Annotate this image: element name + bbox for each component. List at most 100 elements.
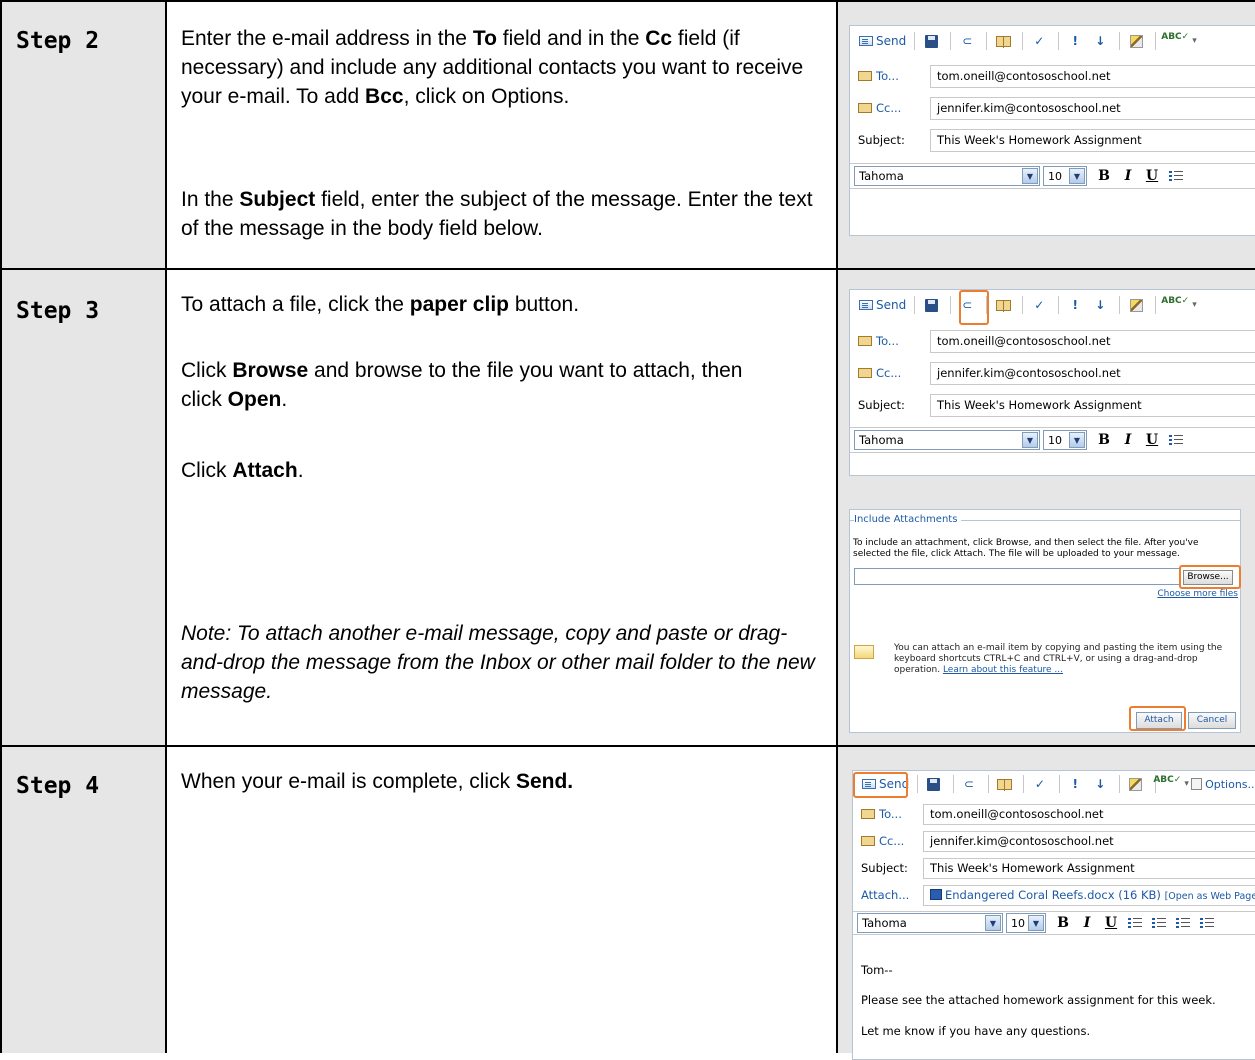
high-importance-button[interactable]: ! xyxy=(1064,773,1086,795)
subject-input[interactable]: This Week's Homework Assignment xyxy=(930,129,1255,152)
send-button[interactable]: Send xyxy=(856,30,909,52)
bold-browse: Browse xyxy=(232,359,308,382)
to-input[interactable]: tom.oneill@contososchool.net xyxy=(923,804,1255,825)
font-select[interactable]: Tahoma ▼ xyxy=(854,166,1040,186)
send-button[interactable]: Send xyxy=(856,294,909,316)
toolbar-separator xyxy=(1155,296,1156,314)
font-size-select[interactable]: 10▼ xyxy=(1006,913,1046,933)
text-run: Click xyxy=(181,359,232,382)
font-size-select[interactable]: 10▼ xyxy=(1043,166,1087,186)
floppy-disk-icon xyxy=(927,778,940,791)
to-button[interactable]: To... xyxy=(861,801,902,827)
step-3-label: Step 3 xyxy=(16,298,99,324)
text-run: Enter the e-mail address in the xyxy=(181,27,473,50)
underline-button[interactable]: U xyxy=(1145,168,1159,184)
spelling-button[interactable]: ABC✓▾ xyxy=(1161,30,1197,52)
font-select[interactable]: Tahoma▼ xyxy=(857,913,1003,933)
signature-button[interactable] xyxy=(1125,773,1147,795)
numbered-list-icon[interactable] xyxy=(1152,917,1166,929)
cc-input[interactable]: jennifer.kim@contososchool.net xyxy=(923,831,1255,852)
check-names-icon: ✓ xyxy=(1034,34,1044,48)
font-size-select[interactable]: 10▼ xyxy=(1043,430,1087,450)
font-value: Tahoma xyxy=(859,169,904,183)
high-importance-button[interactable]: ! xyxy=(1064,294,1086,316)
low-importance-button[interactable]: ↓ xyxy=(1089,773,1111,795)
step-3-text-cell: To attach a file, click the paper clip b… xyxy=(167,270,838,747)
cancel-button[interactable]: Cancel xyxy=(1188,712,1236,729)
address-book-button[interactable] xyxy=(993,773,1015,795)
save-button[interactable] xyxy=(920,294,942,316)
italic-button[interactable]: I xyxy=(1121,432,1135,448)
decrease-indent-icon[interactable] xyxy=(1176,917,1190,929)
instruction-table: Step 2 Enter the e-mail address in the T… xyxy=(0,0,1255,1053)
font-value: Tahoma xyxy=(862,916,907,930)
exclamation-icon: ! xyxy=(1072,34,1077,48)
to-row: To... tom.oneill@contososchool.net xyxy=(853,801,1255,827)
address-book-button[interactable] xyxy=(992,30,1014,52)
check-names-icon: ✓ xyxy=(1035,777,1045,791)
subject-label: Subject: xyxy=(861,855,908,881)
attach-highlight xyxy=(1129,706,1186,731)
chevron-down-icon: ▼ xyxy=(1022,168,1038,184)
subject-row: Subject: This Week's Homework Assignment xyxy=(853,855,1255,881)
spelling-button[interactable]: ABC✓▾ xyxy=(1161,294,1197,316)
bullet-list-icon[interactable] xyxy=(1128,917,1142,929)
italic-button[interactable]: I xyxy=(1080,915,1094,931)
check-names-button[interactable]: ✓ xyxy=(1029,773,1051,795)
pen-icon xyxy=(1130,35,1143,48)
compose-toolbar: Send ⊂ ✓ ! ↓ ABC✓▾ xyxy=(850,290,1255,320)
bullet-list-icon[interactable] xyxy=(1169,434,1183,446)
file-path-input[interactable] xyxy=(854,568,1180,585)
address-book-button[interactable] xyxy=(992,294,1014,316)
bold-button[interactable]: B xyxy=(1097,432,1111,448)
italic-button[interactable]: I xyxy=(1121,168,1135,184)
attachment-link[interactable]: Endangered Coral Reefs.docx (16 KB) xyxy=(945,888,1161,902)
save-button[interactable] xyxy=(920,30,942,52)
message-body[interactable]: Tom-- Please see the attached homework a… xyxy=(853,941,1255,1051)
check-names-button[interactable]: ✓ xyxy=(1028,30,1050,52)
high-importance-button[interactable]: ! xyxy=(1064,30,1086,52)
toolbar-separator xyxy=(1155,32,1156,50)
text-run: Click xyxy=(181,459,232,482)
increase-indent-icon[interactable] xyxy=(1200,917,1214,929)
subject-input[interactable]: This Week's Homework Assignment xyxy=(930,394,1255,417)
toolbar-separator xyxy=(950,296,951,314)
cc-button[interactable]: Cc... xyxy=(858,359,901,387)
bold-button[interactable]: B xyxy=(1097,168,1111,184)
cc-row: Cc... jennifer.kim@contososchool.net xyxy=(850,94,1255,122)
bullet-list-icon[interactable] xyxy=(1169,170,1183,182)
learn-more-link[interactable]: Learn about this feature ... xyxy=(943,665,1063,675)
check-names-button[interactable]: ✓ xyxy=(1028,294,1050,316)
choose-more-files-link[interactable]: Choose more files xyxy=(1157,589,1238,599)
cc-input[interactable]: jennifer.kim@contososchool.net xyxy=(930,362,1255,385)
font-select[interactable]: Tahoma▼ xyxy=(854,430,1040,450)
to-button[interactable]: To... xyxy=(858,62,899,90)
to-input[interactable]: tom.oneill@contososchool.net xyxy=(930,330,1255,353)
cc-input[interactable]: jennifer.kim@contososchool.net xyxy=(930,97,1255,120)
cc-label: Cc... xyxy=(879,827,904,855)
paperclip-button[interactable]: ⊂ xyxy=(958,773,980,795)
chevron-down-icon: ▾ xyxy=(1192,300,1197,310)
bold-subject: Subject xyxy=(239,188,315,211)
underline-button[interactable]: U xyxy=(1104,915,1118,931)
low-importance-button[interactable]: ↓ xyxy=(1089,294,1111,316)
to-input[interactable]: tom.oneill@contososchool.net xyxy=(930,65,1255,88)
text-run: button. xyxy=(509,293,579,316)
to-button[interactable]: To... xyxy=(858,327,899,355)
send-icon xyxy=(859,36,873,46)
paperclip-button[interactable]: ⊂ xyxy=(956,30,978,52)
bold-button[interactable]: B xyxy=(1056,915,1070,931)
low-importance-button[interactable]: ↓ xyxy=(1089,30,1111,52)
spelling-button[interactable]: ABC✓▾ xyxy=(1160,773,1182,795)
cc-button[interactable]: Cc... xyxy=(858,94,901,122)
options-button[interactable]: Options... xyxy=(1191,778,1255,791)
signature-button[interactable] xyxy=(1125,30,1147,52)
save-button[interactable] xyxy=(923,773,945,795)
address-book-icon xyxy=(858,368,872,378)
underline-button[interactable]: U xyxy=(1145,432,1159,448)
attach-label[interactable]: Attach... xyxy=(861,882,909,908)
signature-button[interactable] xyxy=(1125,294,1147,316)
subject-input[interactable]: This Week's Homework Assignment xyxy=(923,858,1255,879)
cc-button[interactable]: Cc... xyxy=(861,828,904,854)
open-as-web-page-link[interactable]: [Open as Web Page] xyxy=(1165,891,1255,902)
